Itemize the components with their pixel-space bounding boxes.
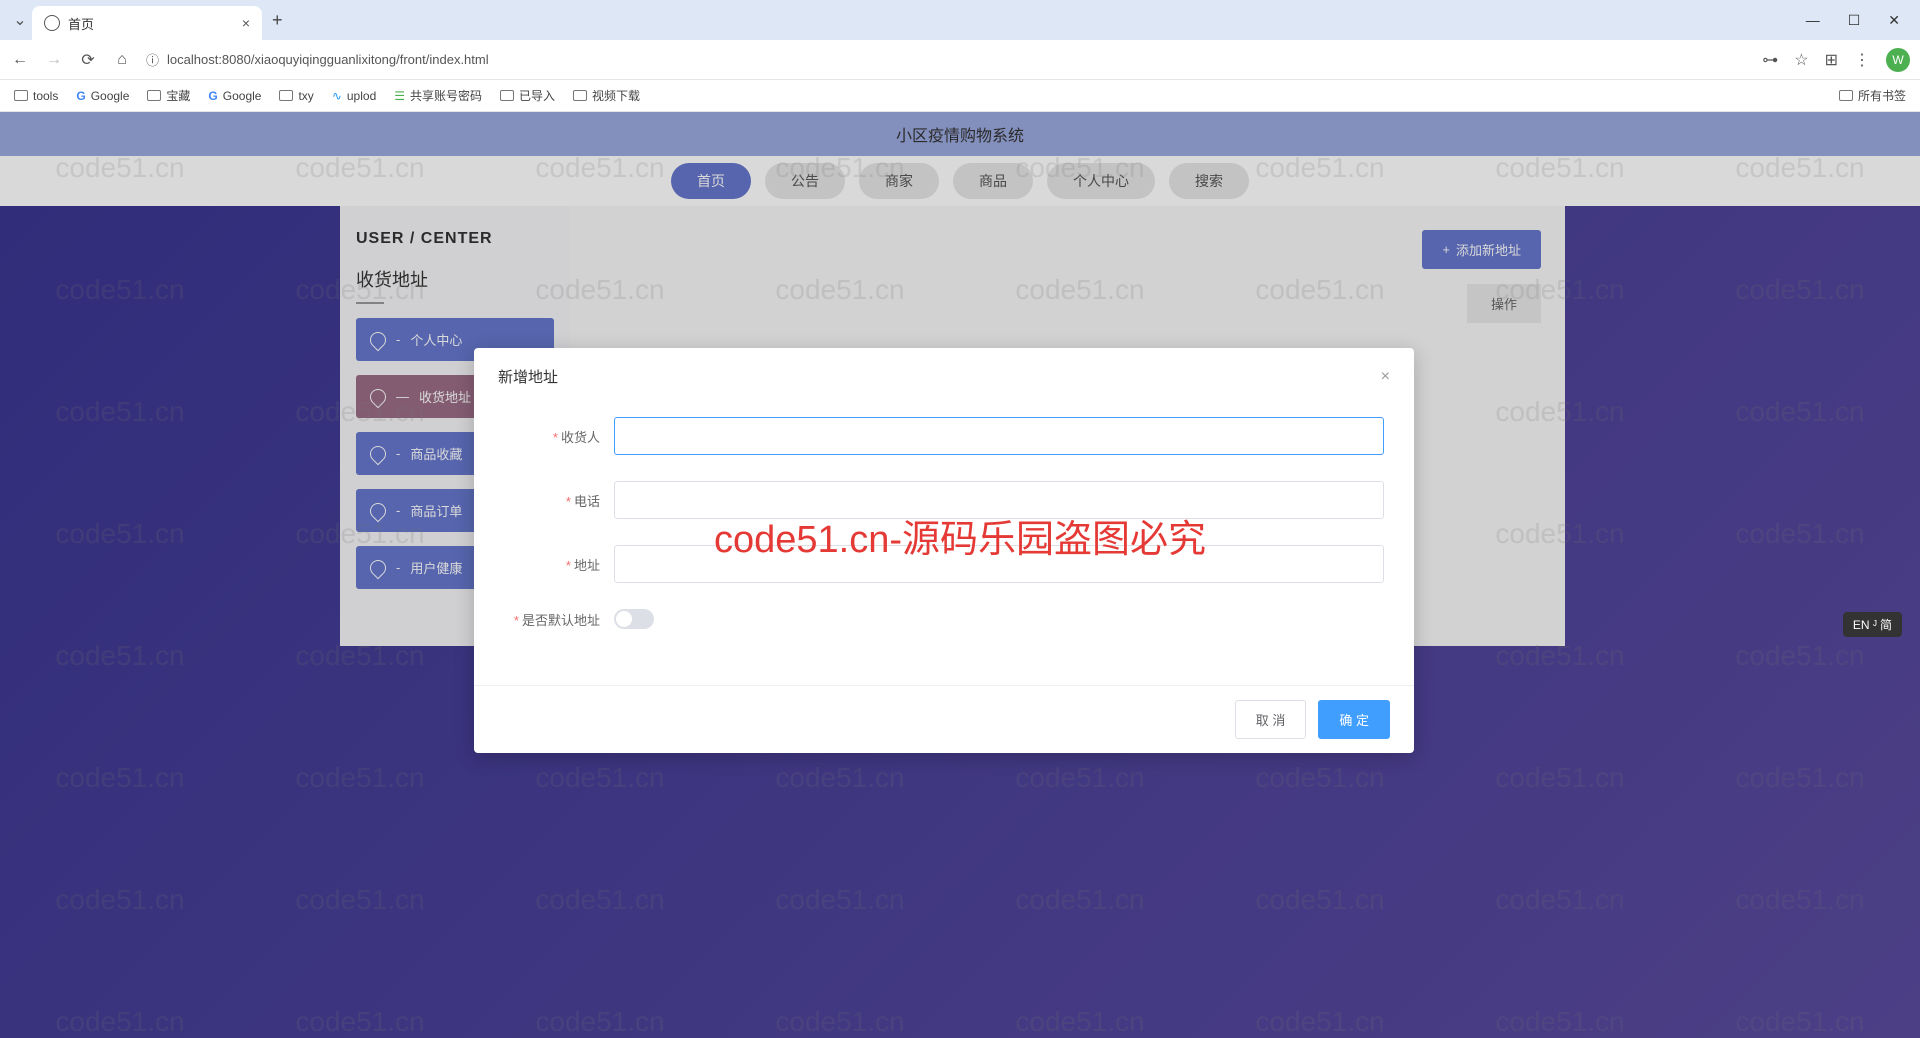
url-text: localhost:8080/xiaoquyiqingguanlixitong/… — [167, 52, 489, 67]
ime-indicator[interactable]: EN ᴶ 简 — [1843, 612, 1902, 637]
all-bookmarks[interactable]: 所有书签 — [1839, 87, 1906, 104]
browser-tab[interactable]: 首页 × — [32, 6, 262, 40]
bookmark-imported[interactable]: 已导入 — [500, 87, 555, 104]
tab-dropdown-icon[interactable]: ⌄ — [8, 10, 32, 30]
back-icon[interactable]: ← — [10, 51, 30, 69]
star-icon[interactable]: ☆ — [1794, 50, 1808, 70]
modal-close-icon[interactable]: × — [1381, 368, 1390, 386]
key-icon[interactable]: ⊶ — [1762, 50, 1778, 70]
modal-header: 新增地址 × — [474, 348, 1414, 405]
label-phone: *电话 — [504, 491, 614, 510]
form-row-address: *地址 — [504, 545, 1384, 583]
cancel-button[interactable]: 取 消 — [1235, 700, 1307, 739]
browser-tab-bar: ⌄ 首页 × + — ☐ ✕ — [0, 0, 1920, 40]
modal-body: *收货人 *电话 *地址 *是否默认地址 — [474, 405, 1414, 685]
modal-footer: 取 消 确 定 — [474, 685, 1414, 753]
add-address-modal: 新增地址 × *收货人 *电话 *地址 *是否默认地址 取 消 确 定 — [474, 348, 1414, 753]
home-icon[interactable]: ⌂ — [112, 51, 132, 69]
form-row-phone: *电话 — [504, 481, 1384, 519]
input-address[interactable] — [614, 545, 1384, 583]
profile-avatar[interactable]: W — [1886, 48, 1910, 72]
input-recipient[interactable] — [614, 417, 1384, 455]
label-address: *地址 — [504, 555, 614, 574]
minimize-icon[interactable]: — — [1806, 12, 1820, 29]
forward-icon: → — [44, 51, 64, 69]
new-tab-button[interactable]: + — [272, 10, 283, 31]
switch-default[interactable] — [614, 609, 654, 629]
form-row-recipient: *收货人 — [504, 417, 1384, 455]
tab-title: 首页 — [68, 14, 234, 33]
menu-icon[interactable]: ⋮ — [1854, 50, 1870, 70]
bookmark-share[interactable]: ☰共享账号密码 — [394, 87, 482, 104]
bookmark-tools[interactable]: tools — [14, 89, 58, 103]
input-phone[interactable] — [614, 481, 1384, 519]
globe-icon — [44, 15, 60, 31]
form-row-default: *是否默认地址 — [504, 609, 1384, 629]
bookmark-video[interactable]: 视频下载 — [573, 87, 640, 104]
bookmark-txy[interactable]: txy — [279, 89, 313, 103]
close-window-icon[interactable]: ✕ — [1888, 12, 1900, 29]
bookmark-uplod[interactable]: ∿uplod — [332, 89, 376, 103]
bookmark-baozang[interactable]: 宝藏 — [147, 87, 190, 104]
info-icon[interactable]: ⓘ — [146, 50, 159, 69]
bookmark-google[interactable]: GGoogle — [76, 89, 129, 103]
url-field[interactable]: ⓘ localhost:8080/xiaoquyiqingguanlixiton… — [146, 50, 1748, 69]
extension-icon[interactable]: ⊞ — [1825, 50, 1838, 70]
label-recipient: *收货人 — [504, 427, 614, 446]
bookmark-google2[interactable]: GGoogle — [208, 89, 261, 103]
tab-close-icon[interactable]: × — [242, 15, 250, 31]
confirm-button[interactable]: 确 定 — [1318, 700, 1390, 739]
label-default: *是否默认地址 — [504, 610, 614, 629]
window-controls: — ☐ ✕ — [1806, 12, 1912, 29]
bookmarks-bar: tools GGoogle 宝藏 GGoogle txy ∿uplod ☰共享账… — [0, 80, 1920, 112]
address-bar: ← → ⟳ ⌂ ⓘ localhost:8080/xiaoquyiqinggua… — [0, 40, 1920, 80]
reload-icon[interactable]: ⟳ — [78, 50, 98, 70]
modal-title: 新增地址 — [498, 366, 558, 387]
maximize-icon[interactable]: ☐ — [1848, 12, 1861, 29]
